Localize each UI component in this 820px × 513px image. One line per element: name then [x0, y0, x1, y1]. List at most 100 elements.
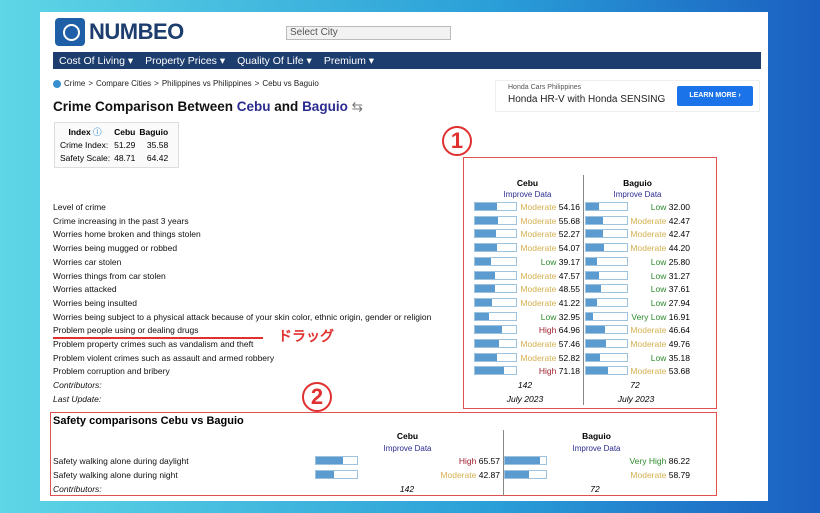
c: Crime Index: — [60, 140, 109, 150]
safety-contributors-baguio: 72 — [590, 484, 600, 494]
level-label: Low — [650, 256, 667, 267]
baguio-value: Low 25.80 — [630, 257, 690, 267]
value: 65.57 — [478, 456, 500, 466]
cebu-value: Moderate 52.27 — [520, 229, 580, 239]
value: 55.68 — [558, 215, 580, 226]
cebu-bar — [474, 311, 517, 321]
sep: > — [154, 79, 159, 88]
swap-icon[interactable]: ⇆ — [352, 99, 363, 114]
page-title: Crime Comparison Between Cebu and Baguio… — [53, 99, 363, 115]
value: 16.91 — [668, 311, 690, 322]
cebu-value: High 71.18 — [520, 366, 580, 376]
drag-annotation: ドラッグ — [278, 328, 334, 344]
level-label: Moderate — [630, 229, 667, 240]
cebu-value: Moderate 54.16 — [520, 202, 580, 212]
baguio-value: Moderate 42.47 — [630, 216, 690, 226]
city2-link[interactable]: Baguio — [302, 99, 348, 114]
main-nav: Cost Of Living ▾ Property Prices ▾ Quali… — [53, 52, 761, 69]
cebu-value: Moderate 48.55 — [520, 284, 580, 294]
level-label: Low — [540, 256, 557, 267]
page: NUMBEO Select City Cost Of Living ▾ Prop… — [40, 12, 768, 501]
col-baguio: Baguio — [623, 178, 652, 188]
nav-premium[interactable]: Premium ▾ — [324, 55, 374, 67]
crumb-crime[interactable]: Crime — [64, 79, 85, 88]
home-icon[interactable] — [53, 79, 61, 88]
cebu-value: High 64.96 — [520, 325, 580, 335]
cebu-value: Moderate 57.46 — [520, 339, 580, 349]
value: 54.16 — [558, 202, 580, 212]
cebu-bar — [474, 339, 517, 348]
crumb-compare[interactable]: Compare Cities — [96, 79, 151, 88]
cebu-value: Moderate 54.07 — [520, 243, 580, 253]
level-label: Very High — [629, 456, 667, 466]
safety-improve-baguio[interactable]: Improve Data — [554, 444, 639, 453]
level-label: Moderate — [520, 297, 557, 308]
level-label: Moderate — [630, 366, 667, 377]
level-label: Moderate — [520, 215, 557, 226]
nav-cost-of-living[interactable]: Cost Of Living ▾ — [59, 55, 133, 67]
level-label: Low — [650, 284, 667, 295]
level-label: High — [538, 325, 557, 336]
level-label: Moderate — [520, 243, 557, 254]
baguio-bar — [585, 352, 628, 362]
crime-row-label: Worries things from car stolen — [53, 270, 166, 281]
crime-row-label: Worries home broken and things stolen — [53, 229, 201, 240]
baguio-value: Moderate 58.79 — [600, 470, 690, 480]
cebu-value: Moderate 41.22 — [520, 298, 580, 308]
value: 86.22 — [668, 456, 690, 466]
baguio-value: Very Low 16.91 — [630, 312, 690, 322]
baguio-bar — [585, 256, 628, 266]
ad-banner[interactable]: Honda Cars Philippines Honda HR-V with H… — [495, 80, 760, 112]
baguio-value: Low 27.94 — [630, 298, 690, 308]
baguio-value: Low 35.18 — [630, 353, 690, 363]
level-label: Low — [540, 311, 557, 322]
level-label: Moderate — [520, 339, 557, 349]
safety-contributors-label: Contributors: — [53, 484, 102, 494]
last-update-baguio: July 2023 — [617, 394, 655, 404]
cebu-bar — [315, 470, 358, 479]
info-icon[interactable]: ⓘ — [93, 127, 102, 137]
city1-link[interactable]: Cebu — [237, 99, 271, 114]
cebu-value: Moderate 55.68 — [520, 216, 580, 226]
nav-quality-of-life[interactable]: Quality Of Life ▾ — [237, 55, 312, 67]
learn-more-button[interactable]: LEARN MORE › — [677, 86, 753, 106]
level-label: Moderate — [630, 215, 667, 226]
cebu-value: High 65.57 — [420, 456, 500, 466]
crime-row-label: Worries car stolen — [53, 256, 122, 267]
value: 35.18 — [668, 352, 690, 363]
baguio-bar — [585, 215, 628, 225]
improve-data-cebu[interactable]: Improve Data — [485, 190, 570, 199]
divider — [583, 175, 584, 405]
level-label: Low — [650, 297, 667, 308]
cebu-value: Moderate 47.57 — [520, 271, 580, 281]
baguio-bar — [585, 270, 628, 280]
level-label: Moderate — [520, 270, 557, 281]
crumb-country[interactable]: Philippines vs Philippines — [162, 79, 252, 88]
baguio-value: Moderate 46.64 — [630, 325, 690, 335]
value: 41.22 — [558, 297, 580, 308]
select-city-input[interactable]: Select City — [286, 26, 451, 40]
safety-improve-cebu[interactable]: Improve Data — [365, 444, 450, 453]
baguio-bar — [585, 366, 628, 376]
baguio-value: Low 31.27 — [630, 271, 690, 281]
level-label: High — [538, 366, 557, 377]
cebu-value: Low 32.95 — [520, 312, 580, 322]
crime-row-label: Level of crime — [53, 202, 106, 212]
cebu-bar — [474, 215, 517, 225]
value: 25.80 — [668, 256, 690, 267]
crime-row-label: Worries being subject to a physical atta… — [53, 311, 432, 322]
value: 44.20 — [668, 243, 690, 254]
baguio-bar — [585, 243, 628, 253]
value: 52.82 — [558, 352, 580, 363]
level-label: Low — [650, 202, 667, 212]
safety-row-label: Safety walking alone during night — [53, 470, 178, 480]
ad-advertiser: Honda Cars Philippines — [508, 84, 582, 91]
sep: > — [88, 79, 94, 88]
numbeo-logo[interactable]: NUMBEO — [55, 18, 184, 46]
improve-data-baguio[interactable]: Improve Data — [595, 190, 680, 199]
value: 32.95 — [558, 311, 580, 322]
crime-row-label: Problem corruption and bribery — [53, 366, 170, 377]
nav-property-prices[interactable]: Property Prices ▾ — [145, 55, 225, 67]
value: 71.18 — [558, 366, 580, 377]
cebu-value: Moderate 52.82 — [520, 353, 580, 363]
